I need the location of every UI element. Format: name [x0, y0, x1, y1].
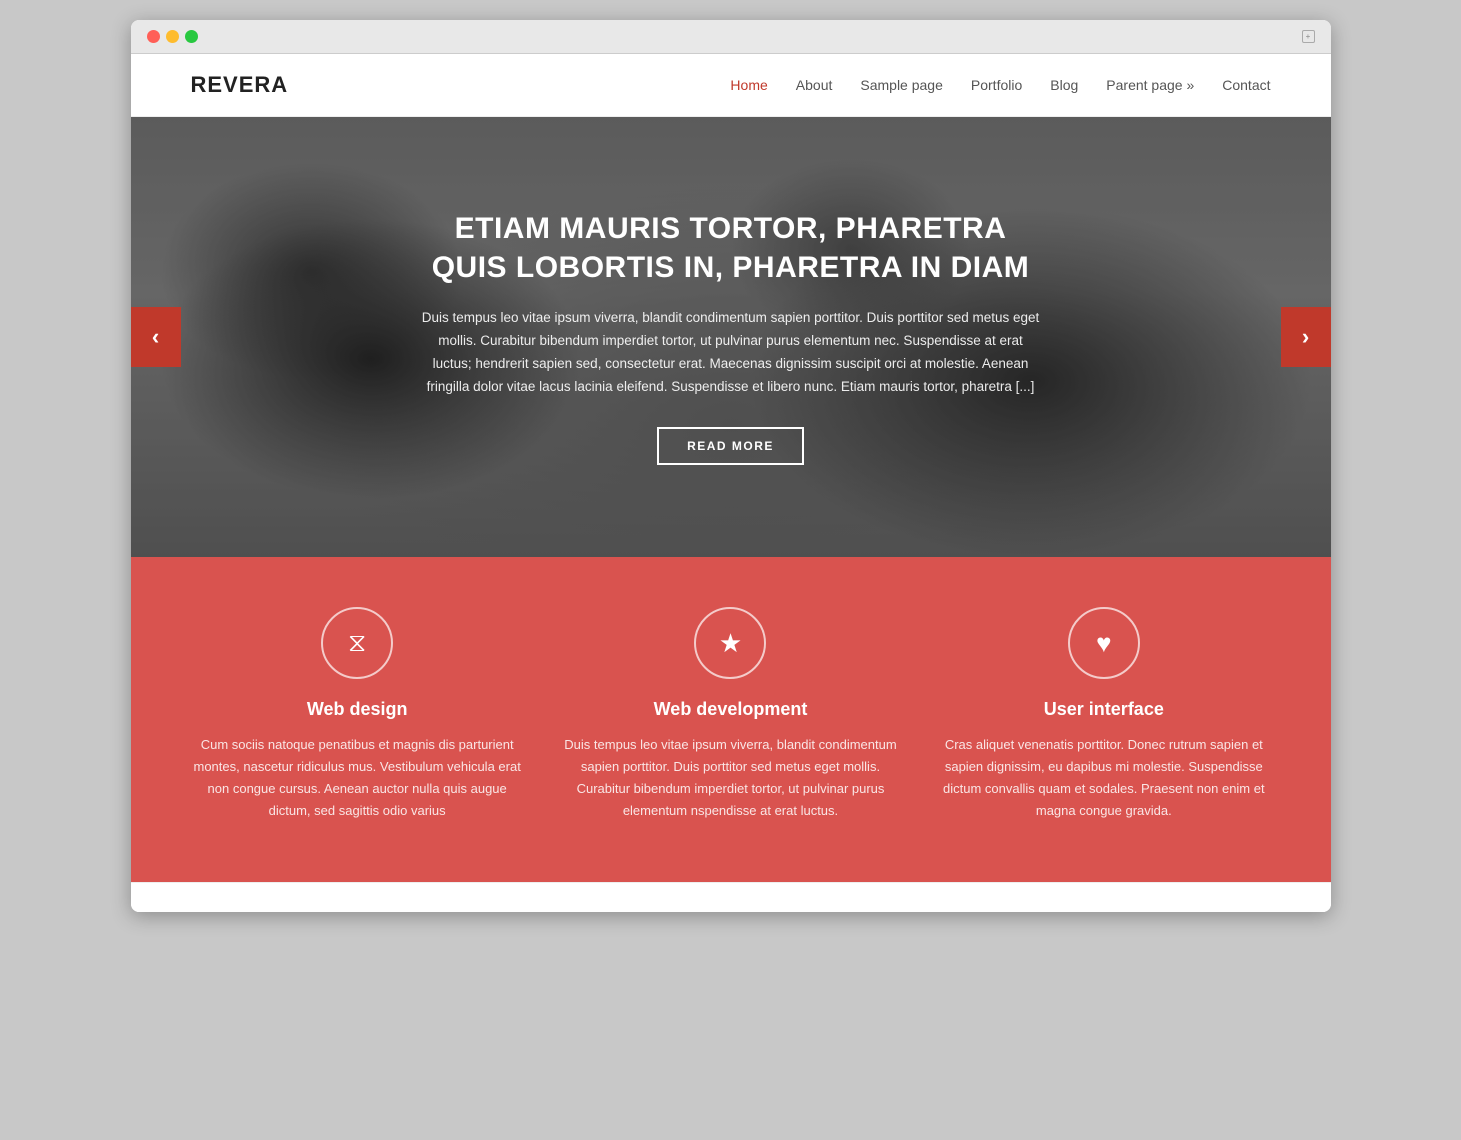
nav-blog[interactable]: Blog: [1050, 77, 1078, 93]
feature-web-development: ★ Web development Duis tempus leo vitae …: [564, 607, 897, 822]
feature-web-design: ⧖ Web design Cum sociis natoque penatibu…: [191, 607, 524, 822]
user-interface-text: Cras aliquet venenatis porttitor. Donec …: [937, 734, 1270, 822]
web-design-title: Web design: [191, 699, 524, 720]
web-development-icon-circle: ★: [694, 607, 766, 679]
dot-red[interactable]: [147, 30, 160, 43]
hero-title: ETIAM MAURIS TORTOR, PHARETRA QUIS LOBOR…: [421, 209, 1041, 287]
browser-dots: [147, 30, 198, 43]
features-section: ⧖ Web design Cum sociis natoque penatibu…: [131, 557, 1331, 882]
footer-bar: [131, 882, 1331, 912]
user-interface-title: User interface: [937, 699, 1270, 720]
web-development-title: Web development: [564, 699, 897, 720]
heart-icon: ♥: [1096, 628, 1111, 659]
read-more-button[interactable]: READ MORE: [657, 427, 804, 465]
nav-about[interactable]: About: [796, 77, 833, 93]
hero-body-text: Duis tempus leo vitae ipsum viverra, bla…: [421, 307, 1041, 399]
slider-next-button[interactable]: ›: [1281, 307, 1331, 367]
nav-parent-page[interactable]: Parent page »: [1106, 77, 1194, 93]
star-icon: ★: [719, 628, 742, 659]
site-nav: Home About Sample page Portfolio Blog Pa…: [730, 77, 1270, 93]
site-header: REVERA Home About Sample page Portfolio …: [131, 54, 1331, 117]
dot-yellow[interactable]: [166, 30, 179, 43]
nav-contact[interactable]: Contact: [1222, 77, 1270, 93]
feature-user-interface: ♥ User interface Cras aliquet venenatis …: [937, 607, 1270, 822]
slider-prev-button[interactable]: ‹: [131, 307, 181, 367]
nav-portfolio[interactable]: Portfolio: [971, 77, 1022, 93]
chevron-left-icon: ‹: [152, 324, 159, 350]
user-interface-icon-circle: ♥: [1068, 607, 1140, 679]
nav-sample-page[interactable]: Sample page: [860, 77, 943, 93]
hero-slider: ‹ ETIAM MAURIS TORTOR, PHARETRA QUIS LOB…: [131, 117, 1331, 557]
timer-icon: ⧖: [348, 627, 366, 659]
browser-expand-icon[interactable]: +: [1302, 30, 1315, 43]
web-design-icon-circle: ⧖: [321, 607, 393, 679]
browser-window: + REVERA Home About Sample page Portfoli…: [131, 20, 1331, 912]
web-design-text: Cum sociis natoque penatibus et magnis d…: [191, 734, 524, 822]
nav-home[interactable]: Home: [730, 77, 767, 93]
chevron-right-icon: ›: [1302, 324, 1309, 350]
dot-green[interactable]: [185, 30, 198, 43]
site-logo: REVERA: [191, 72, 289, 98]
web-development-text: Duis tempus leo vitae ipsum viverra, bla…: [564, 734, 897, 822]
hero-content: ETIAM MAURIS TORTOR, PHARETRA QUIS LOBOR…: [381, 209, 1081, 465]
browser-chrome: +: [131, 20, 1331, 54]
